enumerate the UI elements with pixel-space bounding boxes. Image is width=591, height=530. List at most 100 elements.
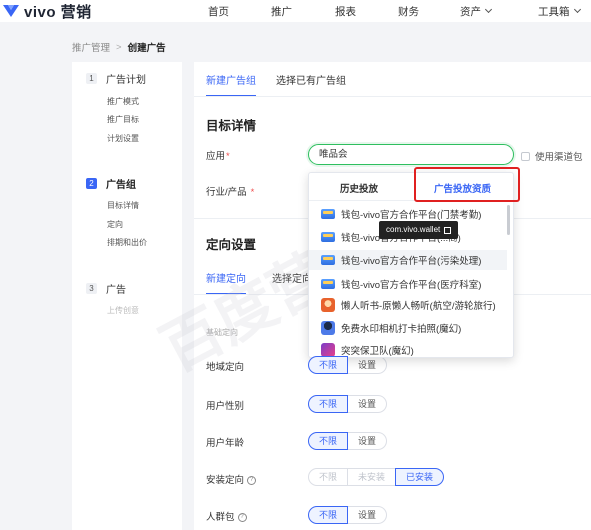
install-not-installed-option[interactable]: 未安装 [347, 468, 397, 486]
step-ad-plan[interactable]: 1 广告计划 [86, 71, 146, 86]
game-app-icon [321, 343, 335, 357]
step-title: 广告 [106, 285, 126, 296]
list-item[interactable]: 免费水印相机打卡拍照(魔幻) [321, 321, 461, 335]
highlight-box [414, 167, 520, 202]
required-mark: * [250, 187, 255, 198]
region-targeting-options: 不限 设置 [308, 356, 388, 374]
app-input[interactable]: 唯品会 [308, 144, 514, 165]
crowd-label: 人群包? [206, 509, 247, 523]
list-item[interactable]: 突突保卫队(魔幻) [321, 343, 414, 357]
nav-reports[interactable]: 报表 [335, 4, 356, 19]
crowd-options: 不限 设置 [308, 506, 388, 524]
brand-name: vivo 营销 [24, 3, 92, 21]
step-number: 3 [86, 283, 97, 294]
age-options: 不限 设置 [308, 432, 388, 450]
wallet-app-icon [321, 279, 335, 289]
install-label-text: 安装定向 [206, 475, 245, 486]
checkbox-label: 使用渠道包 [535, 152, 583, 163]
industry-label-text: 行业/产品 [206, 187, 247, 198]
list-item-label: 突突保卫队(魔幻) [341, 346, 414, 357]
adgroup-tabs: 新建广告组 选择已有广告组 [206, 72, 366, 97]
nav-home[interactable]: 首页 [208, 4, 229, 19]
nav-promotion[interactable]: 推广 [271, 4, 292, 19]
list-item[interactable]: 钱包-vivo官方合作平台(门禁考勤) [321, 207, 481, 221]
step-sub-schedule-bid[interactable]: 排期和出价 [107, 237, 147, 248]
industry-label: 行业/产品 * [206, 184, 254, 198]
breadcrumb: 推广管理 > 创建广告 [72, 40, 166, 55]
list-item[interactable]: 钱包-vivo官方合作平台(污染处理) [309, 250, 507, 270]
install-unlimited-option[interactable]: 不限 [308, 468, 349, 486]
audiobook-app-icon [321, 298, 335, 312]
crowd-unlimited-option[interactable]: 不限 [308, 506, 349, 524]
package-name-tooltip: com.vivo.wallet [379, 221, 459, 239]
step-sub-promo-goal[interactable]: 推广目标 [107, 114, 139, 125]
breadcrumb-current: 创建广告 [127, 43, 166, 54]
channel-package-checkbox[interactable]: 使用渠道包 [521, 149, 583, 163]
dropdown-scrollbar[interactable] [507, 205, 510, 235]
region-unlimited-option[interactable]: 不限 [308, 356, 349, 374]
nav-assets[interactable]: 资产 [460, 4, 493, 19]
tab-existing-adgroup[interactable]: 选择已有广告组 [276, 72, 346, 97]
wallet-app-icon [321, 232, 335, 242]
step-title: 广告组 [106, 180, 136, 191]
list-item-label: 钱包-vivo官方合作平台(门禁考勤) [341, 210, 482, 221]
step-sub-promo-mode[interactable]: 推广模式 [107, 96, 139, 107]
gender-unlimited-option[interactable]: 不限 [308, 395, 349, 413]
step-ad-group[interactable]: 2 广告组 [86, 176, 136, 191]
wallet-app-icon [321, 255, 335, 265]
age-setting-option[interactable]: 设置 [347, 432, 388, 450]
list-item-label: 钱包-vivo官方合作平台(污染处理) [341, 256, 482, 267]
step-number: 2 [86, 178, 97, 189]
age-label: 用户年龄 [206, 438, 245, 449]
install-options: 不限 未安装 已安装 [308, 468, 445, 486]
tab-choose-targeting[interactable]: 选择定向 [272, 270, 312, 295]
basic-targeting-label: 基础定向 [206, 328, 238, 337]
gender-setting-option[interactable]: 设置 [347, 395, 388, 413]
nav-finance[interactable]: 财务 [398, 4, 419, 19]
install-label: 安装定向? [206, 472, 257, 486]
required-mark: * [226, 151, 230, 162]
vivo-logo-icon [2, 3, 20, 19]
list-item[interactable]: 懒人听书-原懒人畅听(航空/游轮旅行) [321, 298, 496, 312]
section-target-details: 目标详情 [206, 119, 257, 133]
nav-toolbox-label: 工具箱 [538, 6, 570, 18]
brand-logo[interactable]: vivo 营销 [2, 2, 92, 21]
list-item-label: 懒人听书-原懒人畅听(航空/游轮旅行) [341, 301, 496, 312]
list-item-label: 钱包-vivo官方合作平台(医疗科室) [341, 280, 482, 291]
help-icon[interactable]: ? [247, 475, 257, 485]
copy-icon[interactable] [444, 226, 452, 234]
app-label-text: 应用 [206, 151, 226, 162]
app-label: 应用* [206, 148, 230, 162]
chevron-down-icon [573, 5, 581, 14]
tab-new-targeting[interactable]: 新建定向 [206, 270, 246, 295]
step-title: 广告计划 [106, 75, 146, 86]
gender-label: 用户性别 [206, 401, 245, 412]
tab-history[interactable]: 历史投放 [340, 181, 378, 195]
crowd-setting-option[interactable]: 设置 [347, 506, 388, 524]
nav-assets-label: 资产 [460, 6, 481, 18]
nav-toolbox[interactable]: 工具箱 [538, 4, 581, 19]
breadcrumb-separator: > [116, 41, 122, 53]
step-ad[interactable]: 3 广告 [86, 281, 126, 296]
breadcrumb-parent[interactable]: 推广管理 [72, 40, 110, 54]
region-setting-option[interactable]: 设置 [347, 356, 388, 374]
step-sub-targeting[interactable]: 定向 [107, 219, 123, 230]
list-item[interactable]: 钱包-vivo官方合作平台(医疗科室) [321, 277, 481, 291]
wallet-app-icon [321, 209, 335, 219]
help-icon[interactable]: ? [237, 512, 247, 522]
step-sub-plan-settings[interactable]: 计划设置 [107, 133, 139, 144]
step-number: 1 [86, 73, 97, 84]
step-sub-target-details[interactable]: 目标详情 [107, 200, 139, 211]
install-installed-option[interactable]: 已安装 [395, 468, 445, 486]
steps-sidebar: 1 广告计划 推广模式 推广目标 计划设置 2 广告组 目标详情 定向 排期和出… [72, 62, 182, 530]
top-navbar: vivo 营销 首页 推广 报表 财务 资产 工具箱 [0, 0, 591, 22]
gender-options: 不限 设置 [308, 395, 388, 413]
step-sub-upload-creative: 上传创意 [107, 306, 139, 315]
tooltip-text: com.vivo.wallet [386, 225, 441, 234]
tab-new-adgroup[interactable]: 新建广告组 [206, 72, 256, 97]
section-targeting: 定向设置 [206, 238, 257, 252]
camera-app-icon [321, 321, 335, 335]
age-unlimited-option[interactable]: 不限 [308, 432, 349, 450]
crowd-label-text: 人群包 [206, 512, 235, 523]
tabs-divider [194, 96, 591, 97]
